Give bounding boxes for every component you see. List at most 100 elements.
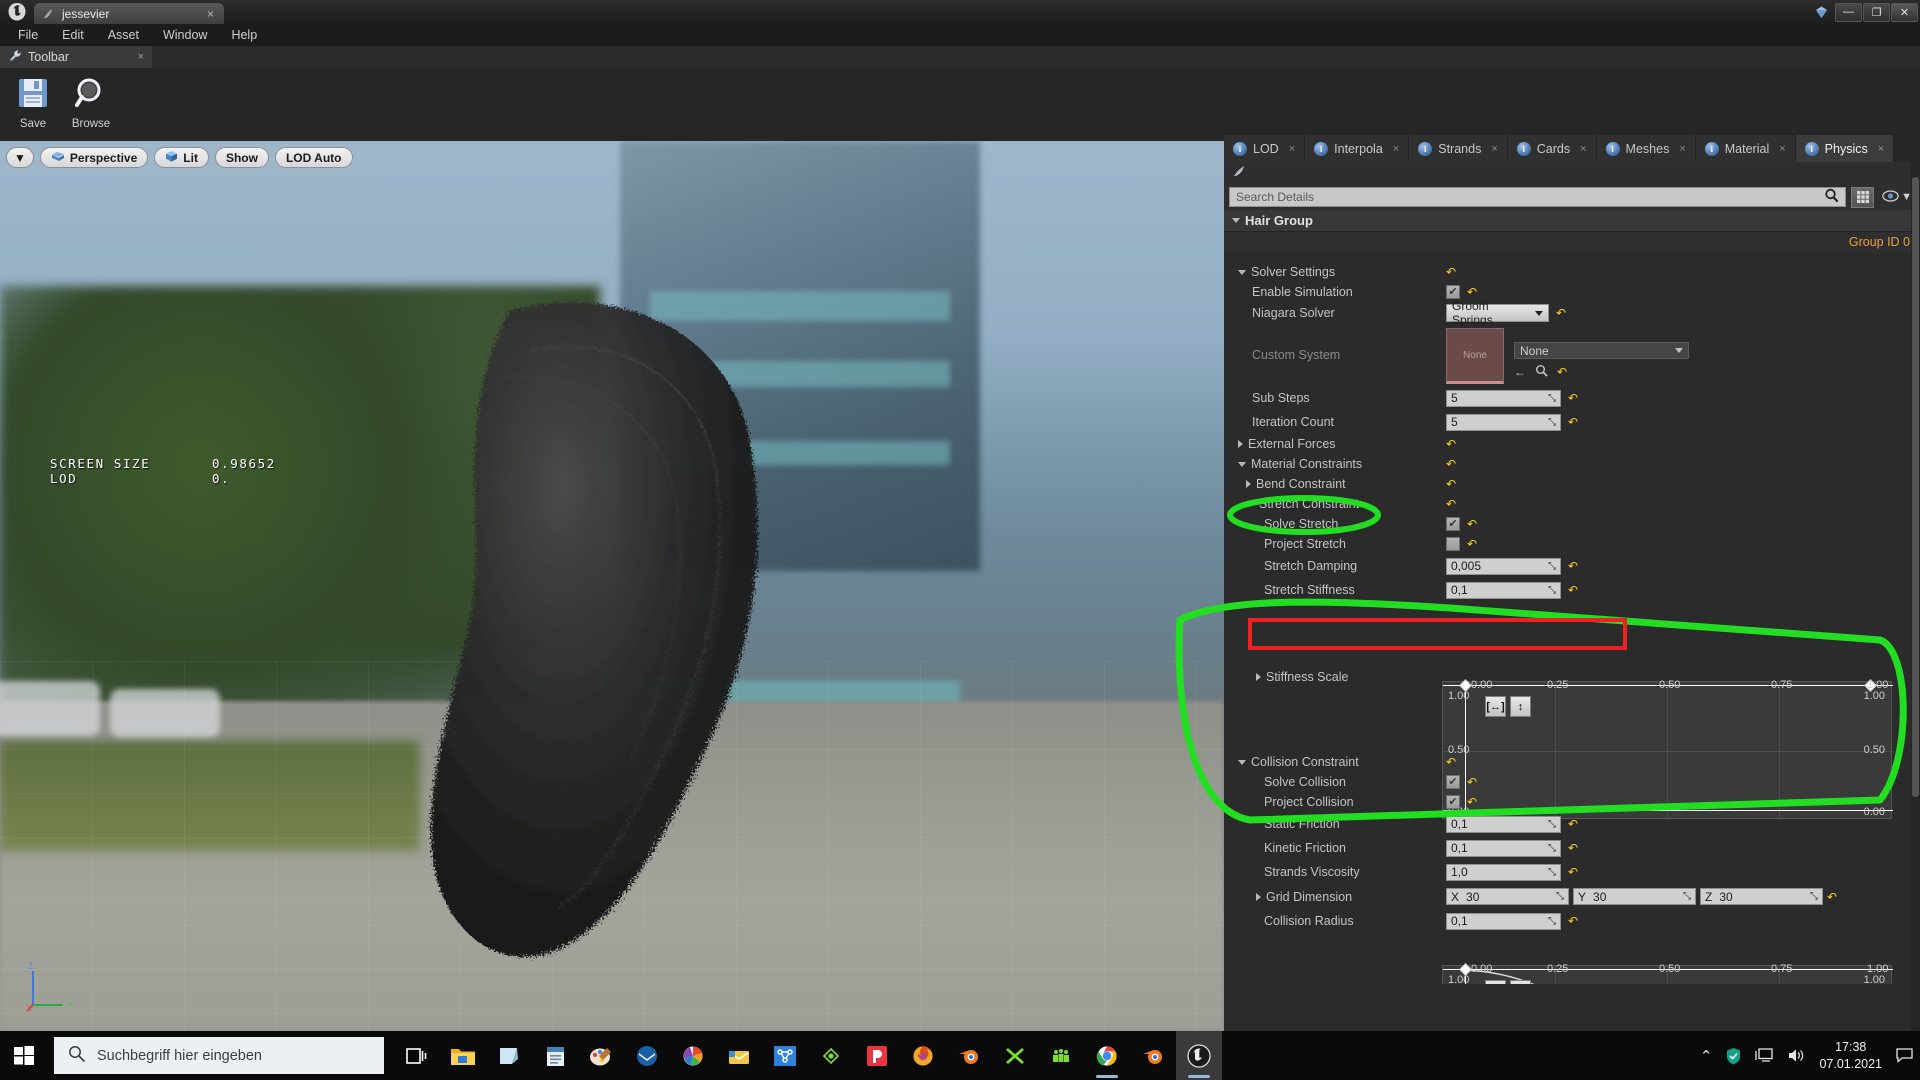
hair-group-header[interactable]: Hair Group (1224, 210, 1920, 232)
enable-simulation-checkbox[interactable]: ✔ (1446, 285, 1460, 299)
task-view-icon[interactable] (394, 1031, 440, 1080)
grid-dimension-z-input[interactable]: Z 30 ⤡ (1700, 888, 1823, 905)
chat-icon[interactable] (1895, 1047, 1914, 1064)
tab-lod-close-icon[interactable]: × (1289, 143, 1295, 155)
chrome-icon[interactable] (1084, 1031, 1130, 1080)
spinner-icon[interactable]: ⤡ (1548, 417, 1556, 428)
kinetic-friction-input[interactable]: 0,1 ⤡ (1446, 839, 1561, 857)
row-collision-radius[interactable]: Collision Radius 0,1 ⤡ ↶ (1224, 909, 1920, 933)
revert-icon[interactable]: ↶ (1467, 796, 1477, 808)
iteration-count-input[interactable]: 5 ⤡ (1446, 413, 1561, 431)
speaker-icon[interactable] (1787, 1047, 1806, 1064)
revert-icon[interactable]: ↶ (1446, 756, 1456, 768)
tab-physics[interactable]: i Physics × (1795, 135, 1895, 162)
taskbar-search-input[interactable]: Suchbegriff hier eingeben (54, 1037, 384, 1074)
spinner-icon[interactable]: ⤡ (1683, 891, 1691, 902)
photos-icon[interactable] (670, 1031, 716, 1080)
strands-viscosity-input[interactable]: 1,0 ⤡ (1446, 863, 1561, 881)
firefox-icon[interactable] (900, 1031, 946, 1080)
stretch-damping-input[interactable]: 0,005 ⤡ (1446, 557, 1561, 575)
viewport-lod-button[interactable]: LOD Auto (274, 147, 353, 168)
custom-system-thumbnail[interactable]: None (1446, 328, 1504, 384)
grid-view-button[interactable] (1851, 186, 1875, 208)
viewport-show-button[interactable]: Show (214, 147, 269, 168)
revert-icon[interactable]: ↶ (1827, 891, 1837, 903)
row-iteration-count[interactable]: Iteration Count 5 ⤡ ↶ (1224, 410, 1920, 434)
project-collision-checkbox[interactable]: ✔ (1446, 795, 1460, 809)
row-kinetic-friction[interactable]: Kinetic Friction 0,1 ⤡ ↶ (1224, 836, 1920, 860)
tab-meshes-close-icon[interactable]: × (1679, 143, 1685, 155)
tab-material[interactable]: i Material × (1695, 135, 1796, 162)
browse-button[interactable]: Browse (64, 72, 118, 130)
curve-fit-vertical-button[interactable]: ↕ (1510, 696, 1531, 717)
expand-triangle-icon[interactable] (1238, 269, 1246, 275)
curve2-fit-vertical-button[interactable]: ↕ (1510, 980, 1531, 984)
revert-icon[interactable]: ↶ (1467, 538, 1477, 550)
tab-cards[interactable]: i Cards × (1507, 135, 1597, 162)
row-material-constraints[interactable]: Material Constraints ↶ (1224, 454, 1920, 474)
revert-icon[interactable]: ↶ (1467, 776, 1477, 788)
revert-icon[interactable]: ↶ (1446, 498, 1456, 510)
grid-dimension-y-input[interactable]: Y 30 ⤡ (1573, 888, 1696, 905)
revert-icon[interactable]: ↶ (1568, 866, 1578, 878)
view-options-button[interactable]: ▼ (1879, 189, 1915, 205)
revert-icon[interactable]: ↶ (1556, 307, 1566, 319)
document-tab-close-icon[interactable]: × (207, 7, 214, 21)
row-static-friction[interactable]: Static Friction 0,1 ⤡ ↶ (1224, 812, 1920, 836)
expand-triangle-icon[interactable] (1246, 501, 1254, 507)
row-stretch-stiffness[interactable]: Stretch Stiffness 0,1 ⤡ ↶ (1224, 578, 1920, 602)
revert-icon[interactable]: ↶ (1568, 416, 1578, 428)
grid-dimension-x-input[interactable]: X 30 ⤡ (1446, 888, 1569, 905)
thunderbird-icon[interactable] (624, 1031, 670, 1080)
close-button[interactable]: ✕ (1891, 2, 1918, 22)
revert-icon[interactable]: ↶ (1568, 584, 1578, 596)
solve-collision-checkbox[interactable]: ✔ (1446, 775, 1460, 789)
xnview-icon[interactable] (992, 1031, 1038, 1080)
curve2-fit-horizontal-button[interactable]: [↔] (1485, 980, 1506, 984)
revert-icon[interactable]: ↶ (1568, 915, 1578, 927)
row-niagara-solver[interactable]: Niagara Solver Groom Springs ↶ (1224, 299, 1920, 327)
collision-radius-input[interactable]: 0,1 ⤡ (1446, 912, 1561, 930)
row-solve-collision[interactable]: Solve Collision ✔ ↶ (1224, 772, 1920, 792)
menu-item-edit[interactable]: Edit (50, 26, 96, 44)
details-scrollbar-thumb[interactable] (1912, 177, 1919, 797)
search-input[interactable]: Search Details (1229, 187, 1847, 207)
tab-strands-close-icon[interactable]: × (1491, 143, 1497, 155)
revert-icon[interactable]: ↶ (1446, 438, 1456, 450)
collapse-triangle-icon[interactable] (1256, 673, 1261, 681)
menu-item-asset[interactable]: Asset (96, 26, 151, 44)
viewport[interactable]: ▼ Perspective Lit Show LOD Auto SCREEN S… (0, 141, 1224, 1031)
expand-triangle-icon[interactable] (1238, 461, 1246, 467)
revert-icon[interactable]: ↶ (1467, 518, 1477, 530)
browse-magnifier-icon[interactable] (1535, 364, 1548, 380)
radius-scale-curve-editor[interactable]: 0.00 0.25 0.50 0.75 1.00 1.00 1.00 [↔] ↕ (1442, 963, 1893, 984)
revert-icon[interactable]: ↶ (1568, 842, 1578, 854)
expand-triangle-icon[interactable] (1238, 759, 1246, 765)
spinner-icon[interactable]: ⤡ (1810, 891, 1818, 902)
paint-icon[interactable] (578, 1031, 624, 1080)
revert-icon[interactable]: ↶ (1446, 458, 1456, 470)
tab-interpolation-close-icon[interactable]: × (1393, 143, 1399, 155)
spinner-icon[interactable]: ⤡ (1548, 916, 1556, 927)
spinner-icon[interactable]: ⤡ (1548, 561, 1556, 572)
toolbar-panel-tab[interactable]: Toolbar × (0, 46, 152, 68)
niagara-solver-dropdown[interactable]: Groom Springs (1446, 299, 1549, 327)
collapse-triangle-icon[interactable] (1246, 480, 1251, 488)
curve-canvas-2[interactable]: 0.00 0.25 0.50 0.75 1.00 1.00 1.00 [↔] ↕ (1442, 963, 1893, 984)
spinner-icon[interactable]: ⤡ (1548, 843, 1556, 854)
row-enable-simulation[interactable]: Enable Simulation ✔ ↶ (1224, 282, 1920, 302)
blender-icon-2[interactable] (1130, 1031, 1176, 1080)
row-external-forces[interactable]: External Forces ↶ (1224, 434, 1920, 454)
custom-system-value[interactable]: None (1514, 342, 1689, 359)
collapse-triangle-icon[interactable] (1256, 892, 1261, 901)
row-project-stretch[interactable]: Project Stretch ↶ (1224, 534, 1920, 554)
row-bend-constraint[interactable]: Bend Constraint ↶ (1224, 474, 1920, 494)
collapse-triangle-icon[interactable] (1238, 440, 1243, 448)
tab-physics-close-icon[interactable]: × (1878, 143, 1884, 155)
minimize-button[interactable]: — (1835, 2, 1862, 22)
unreal-icon[interactable] (1176, 1031, 1222, 1080)
crowd-icon[interactable] (1038, 1031, 1084, 1080)
shield-icon[interactable] (1725, 1047, 1742, 1065)
mail-icon[interactable] (716, 1031, 762, 1080)
menu-item-window[interactable]: Window (151, 26, 219, 44)
